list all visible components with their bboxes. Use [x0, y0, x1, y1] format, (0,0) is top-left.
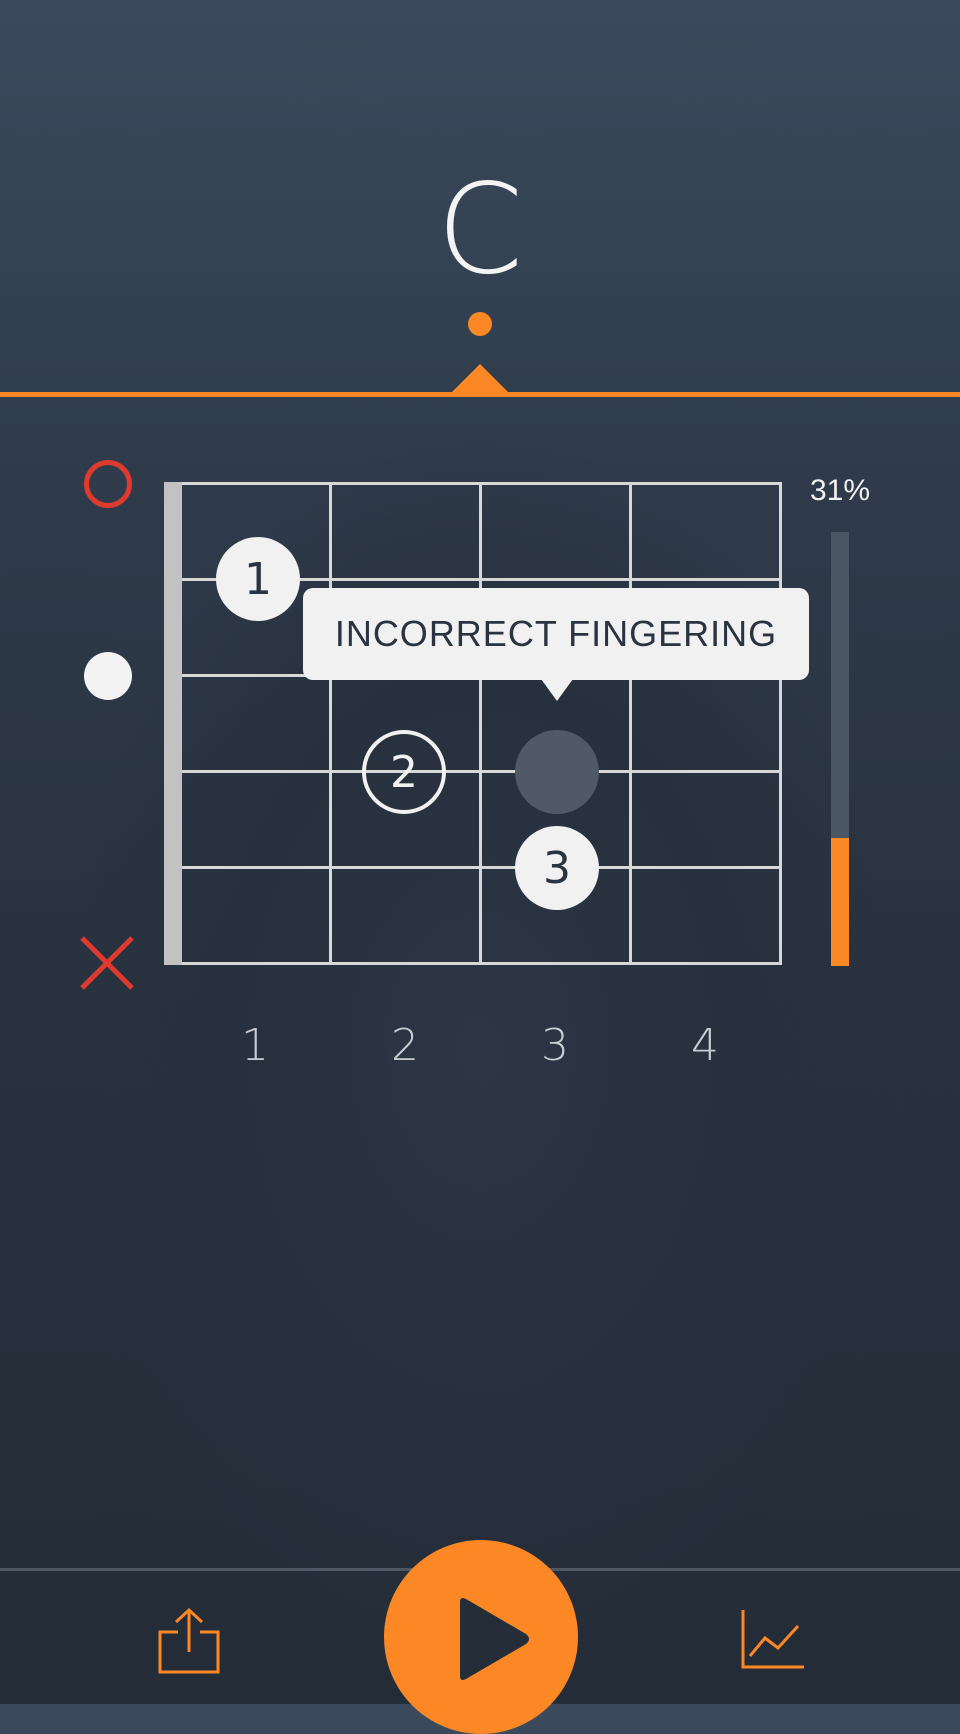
- accuracy-meter: [831, 532, 849, 966]
- fretboard-nut: [164, 482, 182, 965]
- finger-marker-2[interactable]: 2: [362, 730, 446, 814]
- accuracy-percent: 31%: [809, 474, 871, 507]
- fret-number: 3: [541, 1020, 569, 1071]
- fret-line: [629, 482, 632, 965]
- string-line: [182, 866, 782, 869]
- line-chart-icon[interactable]: [740, 1608, 806, 1670]
- finger-label: 3: [543, 842, 571, 894]
- fret-number: 1: [241, 1020, 269, 1071]
- finger-label: 2: [390, 746, 418, 798]
- string-line: [182, 482, 782, 485]
- incorrect-fingering-tooltip: INCORRECT FINGERING: [303, 588, 809, 680]
- finger-marker-3[interactable]: 3: [515, 826, 599, 910]
- chord-name: C: [436, 158, 524, 302]
- played-string-icon: [84, 652, 132, 700]
- target-finger-marker[interactable]: [515, 730, 599, 814]
- string-line: [182, 962, 782, 965]
- chord-pointer-triangle: [450, 364, 510, 394]
- open-string-icon: [84, 460, 132, 508]
- finger-marker-1[interactable]: 1: [216, 537, 300, 621]
- fret-number: 4: [691, 1020, 719, 1071]
- accuracy-meter-fill: [831, 838, 849, 966]
- play-icon: [460, 1598, 529, 1680]
- string-line: [182, 770, 782, 773]
- fret-line: [329, 482, 332, 965]
- fret-line: [779, 482, 782, 965]
- chord-indicator-dot: [468, 312, 492, 336]
- share-icon[interactable]: [156, 1606, 222, 1674]
- fret-number-row: 1 2 3 4: [0, 1020, 960, 1071]
- chord-header: C: [0, 0, 960, 400]
- fret-line: [479, 482, 482, 965]
- tooltip-arrow: [541, 679, 573, 701]
- fret-number: 2: [391, 1020, 419, 1071]
- muted-string-icon: [80, 936, 134, 990]
- header-divider: [0, 392, 960, 397]
- finger-label: 1: [244, 553, 272, 605]
